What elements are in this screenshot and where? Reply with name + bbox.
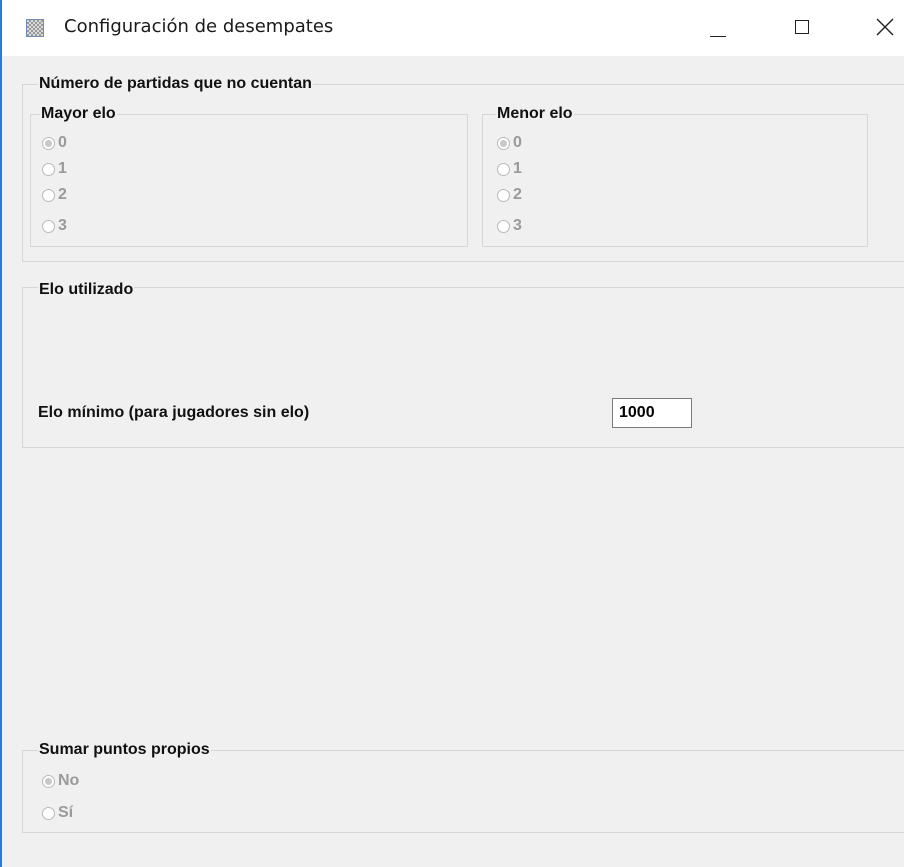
window-border [0, 0, 2, 867]
mayor-elo-group [30, 114, 468, 247]
menor-elo-radio-2[interactable]: 2 [497, 184, 522, 206]
menor-elo-radio-1[interactable]: 1 [497, 158, 522, 180]
radio-label: 1 [513, 160, 522, 177]
radio-circle [497, 136, 510, 150]
elo-utilizado-legend: Elo utilizado [38, 281, 135, 299]
radio-label: No [58, 772, 80, 789]
elo-minimo-label: Elo mínimo (para jugadores sin elo) [38, 404, 310, 421]
menor-elo-legend: Menor elo [496, 105, 574, 123]
radio-label: 2 [513, 186, 522, 203]
sumar-radio-no[interactable]: No [42, 770, 79, 792]
sumar-radio-si[interactable]: Sí [42, 802, 73, 824]
radio-label: Sí [58, 804, 74, 821]
radio-circle [497, 219, 510, 233]
window-title: Configuración de desempates [64, 16, 334, 37]
elo-utilizado-group [22, 287, 904, 448]
sumar-puntos-legend: Sumar puntos propios [38, 741, 211, 759]
title-bar[interactable]: Configuración de desempates [2, 0, 904, 56]
radio-label: 3 [58, 217, 67, 234]
mayor-elo-legend: Mayor elo [40, 105, 117, 123]
radio-circle [42, 188, 55, 202]
menor-elo-radio-3[interactable]: 3 [497, 215, 522, 237]
minimize-button[interactable] [694, 0, 740, 56]
radio-label: 3 [513, 217, 522, 234]
close-button[interactable] [860, 0, 904, 56]
menor-elo-group [482, 114, 868, 247]
radio-circle [42, 136, 55, 150]
radio-circle [42, 774, 55, 788]
elo-minimo-input[interactable] [612, 398, 692, 428]
sumar-puntos-group [22, 750, 904, 833]
radio-label: 0 [58, 134, 67, 151]
radio-label: 0 [513, 134, 522, 151]
menor-elo-radio-0[interactable]: 0 [497, 132, 522, 154]
mayor-elo-radio-0[interactable]: 0 [42, 132, 67, 154]
mayor-elo-radio-2[interactable]: 2 [42, 184, 67, 206]
partidas-legend: Número de partidas que no cuentan [38, 75, 313, 93]
close-icon [876, 18, 894, 36]
radio-circle [497, 188, 510, 202]
radio-circle [42, 806, 55, 820]
radio-label: 1 [58, 160, 67, 177]
maximize-button[interactable] [780, 0, 826, 56]
radio-circle [42, 219, 55, 233]
radio-circle [497, 162, 510, 176]
mayor-elo-radio-3[interactable]: 3 [42, 215, 67, 237]
app-icon [26, 19, 44, 37]
radio-label: 2 [58, 186, 67, 203]
radio-circle [42, 162, 55, 176]
mayor-elo-radio-1[interactable]: 1 [42, 158, 67, 180]
